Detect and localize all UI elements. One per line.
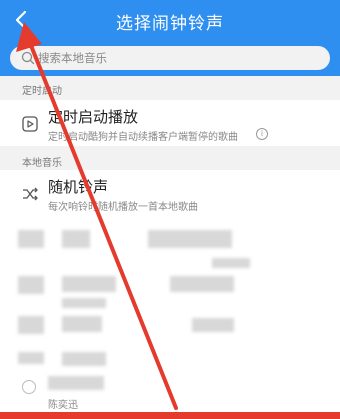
song-list: 陈奕迅 (0, 216, 340, 412)
top-bar: 选择闹钟铃声 (0, 0, 340, 40)
artist-name: 陈奕迅 (48, 400, 78, 411)
list-item[interactable] (18, 316, 44, 334)
list-item[interactable] (18, 276, 44, 294)
list-item-timer-play[interactable]: 定时启动播放 定时启动酷狗并自动续播客户端暂停的歌曲 i (0, 100, 340, 146)
shuffle-icon (20, 184, 40, 204)
section-title-local: 本地音乐 (22, 158, 62, 169)
item-title: 定时启动播放 (48, 108, 139, 126)
timer-play-icon (20, 114, 40, 134)
item-subtitle: 每次响铃时随机播放一首本地歌曲 (48, 202, 198, 213)
info-icon[interactable]: i (256, 128, 268, 140)
list-item[interactable] (48, 376, 104, 390)
list-item[interactable] (18, 352, 44, 364)
search-input[interactable]: 搜索本地音乐 (10, 46, 330, 70)
item-title: 随机铃声 (48, 178, 109, 196)
item-subtitle: 定时启动酷狗并自动续播客户端暂停的歌曲 (48, 132, 238, 143)
list-item[interactable] (18, 230, 44, 248)
list-item-random-ringtone[interactable]: 随机铃声 每次响铃时随机播放一首本地歌曲 (0, 170, 340, 216)
avatar (22, 380, 36, 394)
search-icon (21, 51, 35, 65)
section-title-timer: 定时启动 (22, 86, 62, 97)
search-placeholder: 搜索本地音乐 (38, 51, 107, 65)
page-title: 选择闹钟铃声 (116, 14, 224, 34)
bottom-bar (0, 412, 340, 419)
